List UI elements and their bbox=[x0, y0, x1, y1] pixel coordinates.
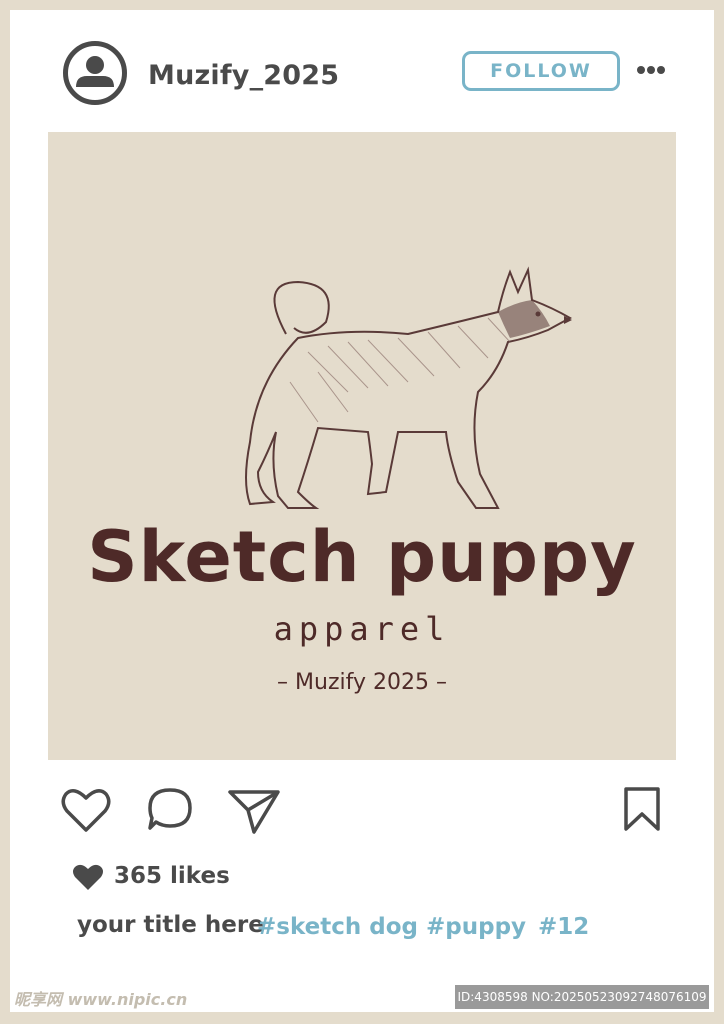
follow-button[interactable]: FOLLOW bbox=[462, 51, 620, 91]
watermark-id: ID:4308598 NO:20250523092748076109 bbox=[455, 985, 709, 1009]
post-image[interactable]: Sketch puppy apparel – Muzify 2025 – bbox=[48, 132, 676, 760]
brand-subtitle: apparel bbox=[273, 610, 451, 648]
post-caption: your title here bbox=[77, 912, 264, 938]
brand-title: Sketch puppy bbox=[87, 516, 637, 598]
share-icon[interactable] bbox=[226, 786, 282, 836]
more-icon[interactable] bbox=[636, 63, 666, 77]
likes-heart-icon bbox=[73, 864, 103, 890]
post-card: Muzify_2025 FOLLOW Sketch puppy apparel … bbox=[10, 10, 714, 1012]
watermark-site: 昵享网 www.nipic.cn bbox=[14, 990, 188, 1009]
username[interactable]: Muzify_2025 bbox=[148, 60, 339, 91]
brand-signature: – Muzify 2025 – bbox=[277, 670, 447, 695]
hashtag-puppy[interactable]: #puppy bbox=[426, 914, 526, 940]
hashtag-12[interactable]: #12 bbox=[538, 914, 589, 940]
likes-count[interactable]: 365 likes bbox=[114, 863, 230, 889]
hashtag-sketch-dog[interactable]: #sketch dog bbox=[257, 914, 418, 940]
dog-illustration bbox=[245, 266, 573, 509]
comment-icon[interactable] bbox=[146, 786, 194, 834]
heart-icon[interactable] bbox=[60, 786, 112, 834]
bookmark-icon[interactable] bbox=[622, 786, 662, 832]
avatar-icon[interactable] bbox=[62, 40, 128, 106]
